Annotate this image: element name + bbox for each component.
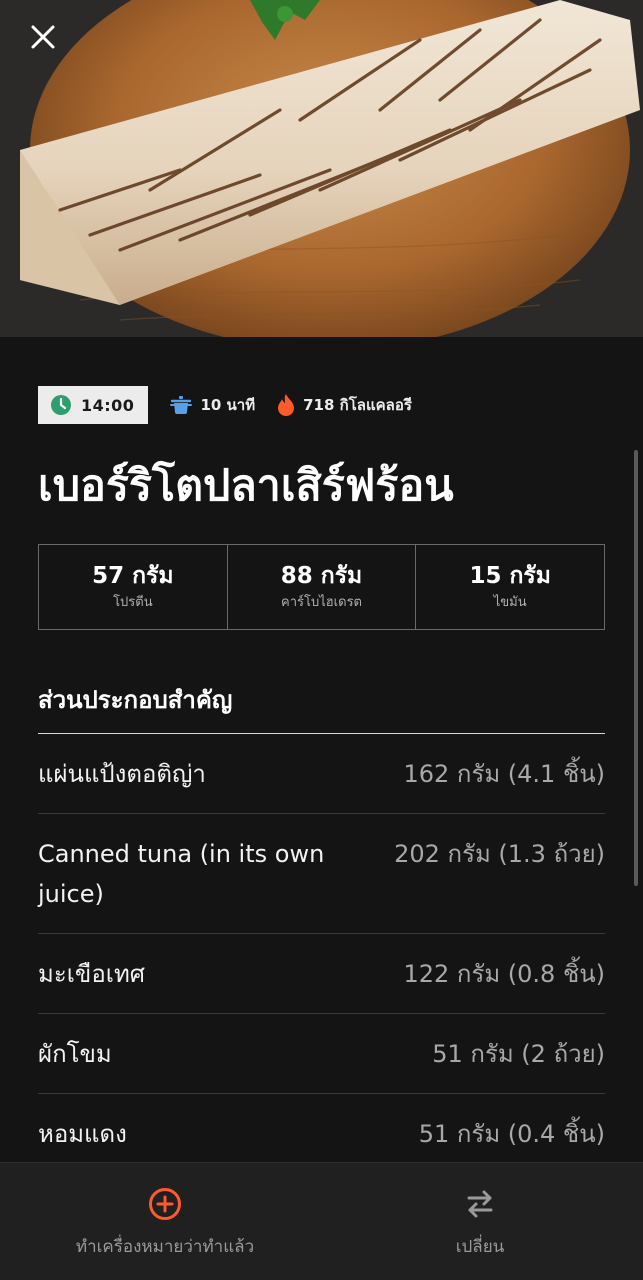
macros-table: 57 กรัม โปรตีน 88 กรัม คาร์โบไฮเดรต 15 ก… [38, 544, 605, 630]
recipe-title: เบอร์ริโตปลาเสิร์ฟร้อน [38, 461, 454, 511]
ingredient-name: มะเขือเทศ [38, 960, 145, 988]
macro-fat: 15 กรัม ไขมัน [416, 545, 604, 629]
ingredient-quantity: 202 กรัม (1.3 ถ้วย) [394, 840, 605, 868]
ingredient-quantity: 51 กรัม (0.4 ชิ้น) [418, 1120, 605, 1148]
swap-arrows-icon [466, 1187, 494, 1221]
close-icon [31, 25, 55, 49]
macro-value: 57 กรัม [92, 563, 174, 589]
ingredient-quantity: 162 กรัม (4.1 ชิ้น) [403, 760, 605, 788]
ingredient-name: แผ่นแป้งตอติญ่า [38, 760, 206, 788]
recipe-hero-image [0, 0, 643, 337]
ingredient-row[interactable]: Canned tuna (in its own juice) 202 กรัม … [38, 814, 605, 934]
macro-protein: 57 กรัม โปรตีน [39, 545, 228, 629]
ingredient-name: หอมแดง [38, 1120, 127, 1148]
macro-label: ไขมัน [493, 595, 527, 610]
macro-label: คาร์โบไฮเดรต [281, 595, 362, 610]
close-button[interactable] [30, 24, 68, 62]
macro-label: โปรตีน [113, 595, 153, 610]
meal-time: 14:00 [81, 395, 135, 415]
swap-button[interactable]: เปลี่ยน [410, 1163, 550, 1280]
cook-time-label: 10 นาที [200, 396, 256, 414]
bottom-action-bar: ทำเครื่องหมายว่าทำแล้ว เปลี่ยน [0, 1162, 643, 1280]
calories: 718 กิโลแคลอรี [277, 393, 412, 417]
recipe-detail-screen: 14:00 10 นาที 718 กิโลแคลอรี เบอร์ริโตปล… [0, 0, 643, 1280]
ingredient-quantity: 51 กรัม (2 ถ้วย) [432, 1040, 605, 1068]
clock-icon [50, 394, 72, 416]
pot-icon [170, 395, 193, 415]
macro-value: 88 กรัม [280, 563, 363, 589]
time-badge: 14:00 [38, 386, 149, 424]
ingredient-row[interactable]: ผักโขม 51 กรัม (2 ถ้วย) [38, 1014, 605, 1094]
add-circle-icon [148, 1187, 182, 1221]
ingredient-row[interactable]: มะเขือเทศ 122 กรัม (0.8 ชิ้น) [38, 934, 605, 1014]
cook-time: 10 นาที [170, 393, 255, 417]
ingredients-list: แผ่นแป้งตอติญ่า 162 กรัม (4.1 ชิ้น) Cann… [38, 733, 605, 1174]
recipe-meta-row: 14:00 10 นาที 718 กิโลแคลอรี [38, 386, 412, 424]
macro-carbs: 88 กรัม คาร์โบไฮเดรต [228, 545, 417, 629]
flame-icon [277, 393, 295, 417]
scrollbar[interactable] [634, 450, 638, 886]
macro-value: 15 กรัม [469, 563, 551, 589]
ingredient-row[interactable]: แผ่นแป้งตอติญ่า 162 กรัม (4.1 ชิ้น) [38, 734, 605, 814]
ingredients-heading: ส่วนประกอบสำคัญ [38, 686, 233, 714]
ingredient-name: Canned tuna (in its own juice) [38, 840, 325, 908]
burrito-photo [0, 0, 643, 337]
ingredient-quantity: 122 กรัม (0.8 ชิ้น) [403, 960, 605, 988]
ingredient-name: ผักโขม [38, 1040, 112, 1068]
mark-done-button[interactable]: ทำเครื่องหมายว่าทำแล้ว [40, 1163, 290, 1280]
mark-done-label: ทำเครื่องหมายว่าทำแล้ว [75, 1237, 255, 1257]
swap-label: เปลี่ยน [455, 1237, 505, 1257]
calories-label: 718 กิโลแคลอรี [303, 396, 412, 414]
